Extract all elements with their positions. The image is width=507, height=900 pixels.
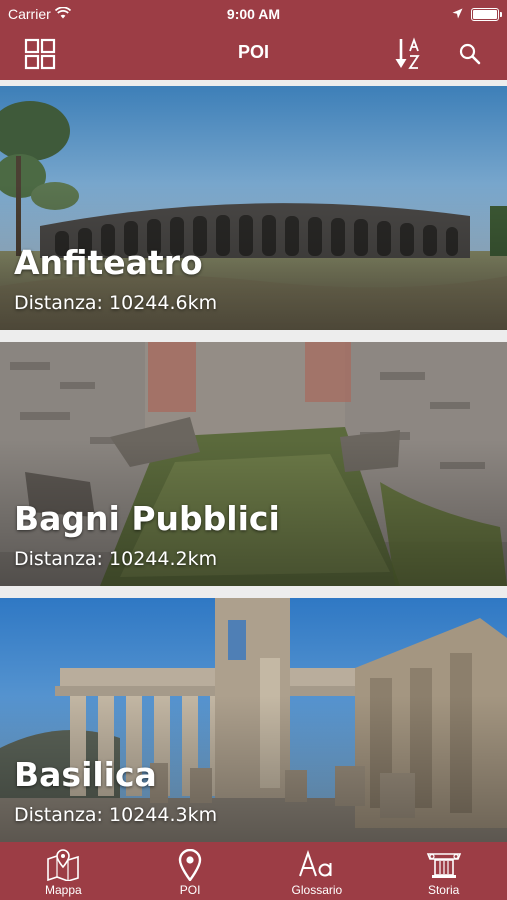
tab-label: POI [179,883,201,897]
distance-label: Distanza: [14,804,103,826]
poi-name: Anfiteatro [14,243,203,282]
tab-label: Glossario [291,883,343,897]
location-pin-icon [178,848,202,882]
distance-label: Distanza: [14,292,103,314]
poi-card-basilica[interactable]: Basilica Distanza: 10244.3km [0,598,507,842]
status-right [452,6,502,22]
tab-label: Mappa [45,883,82,897]
navigation-bar: POI [0,28,507,80]
tab-label: Storia [427,883,460,897]
location-arrow-icon [452,6,463,22]
poi-list[interactable]: Anfiteatro Distanza: 10244.6km Bagni Pub… [0,80,507,842]
poi-distance: Distanza: 10244.3km [14,804,217,826]
poi-name: Bagni Pubblici [14,499,280,538]
distance-value: 10244.3km [109,804,218,826]
distance-value: 10244.2km [109,548,218,570]
tab-poi[interactable]: POI [127,842,254,900]
status-bar: Carrier 9:00 AM [0,0,507,28]
poi-distance: Distanza: 10244.6km [14,292,217,314]
map-icon [46,848,80,882]
status-time: 9:00 AM [226,6,281,22]
tab-mappa[interactable]: Mappa [0,842,127,900]
distance-label: Distanza: [14,548,103,570]
column-icon [426,848,462,882]
poi-card-anfiteatro[interactable]: Anfiteatro Distanza: 10244.6km [0,86,507,330]
distance-value: 10244.6km [109,292,218,314]
poi-distance: Distanza: 10244.2km [14,548,217,570]
page-title: POI [237,42,269,62]
sort-az-icon[interactable] [392,36,428,72]
search-icon[interactable] [452,36,488,72]
glossary-icon [298,848,336,882]
battery-icon [471,7,502,21]
tab-storia[interactable]: Storia [380,842,507,900]
tab-glossario[interactable]: Glossario [254,842,381,900]
poi-name: Basilica [14,755,157,794]
poi-card-bagni-pubblici[interactable]: Bagni Pubblici Distanza: 10244.2km [0,342,507,586]
tab-bar: Mappa POI Glossario Storia [0,842,507,900]
